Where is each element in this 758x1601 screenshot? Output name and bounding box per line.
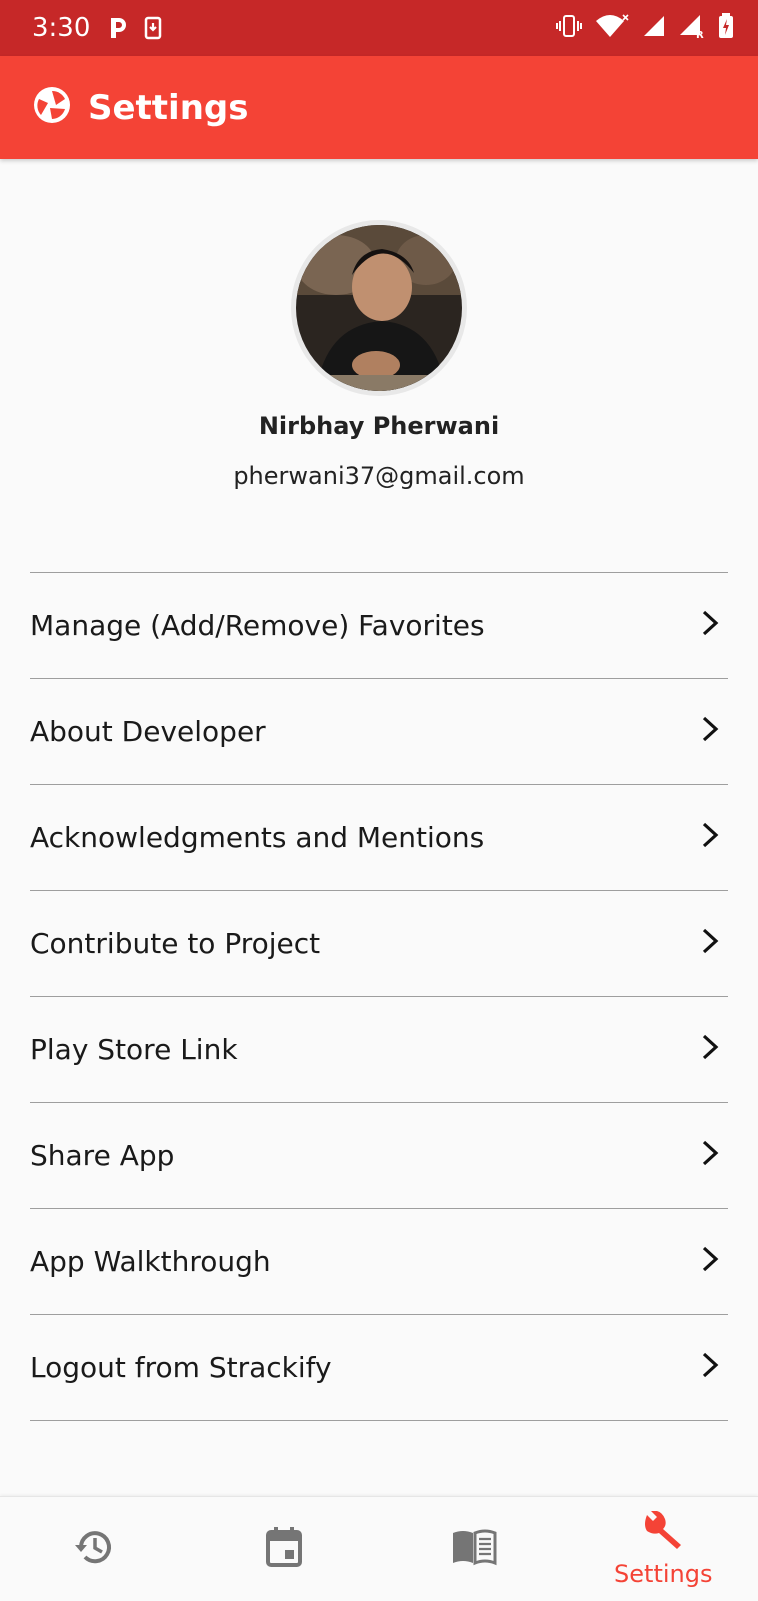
- settings-menu: Manage (Add/Remove) Favorites About Deve…: [30, 572, 728, 1421]
- chevron-right-icon: [698, 1139, 728, 1172]
- page-title: Settings: [88, 88, 249, 128]
- menu-item-label: Share App: [30, 1139, 174, 1172]
- signal-icon: [642, 14, 666, 43]
- nav-settings-label: Settings: [614, 1560, 712, 1588]
- download-icon: [144, 16, 162, 40]
- parking-icon: [108, 16, 130, 40]
- menu-item-label: Acknowledgments and Mentions: [30, 821, 484, 854]
- book-icon: [451, 1527, 497, 1572]
- menu-item-play-store-link[interactable]: Play Store Link: [30, 997, 728, 1103]
- chevron-right-icon: [698, 715, 728, 748]
- profile-name: Nirbhay Pherwani: [0, 412, 758, 440]
- wrench-icon: [641, 1511, 685, 1556]
- profile-email: pherwani37@gmail.com: [0, 462, 758, 490]
- status-time: 3:30: [32, 13, 90, 43]
- chevron-right-icon: [698, 609, 728, 642]
- history-icon: [73, 1525, 117, 1574]
- battery-charging-icon: [718, 13, 734, 44]
- menu-item-label: Manage (Add/Remove) Favorites: [30, 609, 485, 642]
- status-icons: R: [556, 13, 734, 44]
- avatar: [291, 220, 467, 396]
- menu-item-share-app[interactable]: Share App: [30, 1103, 728, 1209]
- chevron-right-icon: [698, 1033, 728, 1066]
- svg-text:R: R: [696, 30, 704, 39]
- wifi-icon: [594, 13, 630, 44]
- avatar-image: [296, 225, 462, 391]
- chevron-right-icon: [698, 927, 728, 960]
- menu-item-label: Contribute to Project: [30, 927, 320, 960]
- vibrate-icon: [556, 14, 582, 43]
- menu-item-contribute[interactable]: Contribute to Project: [30, 891, 728, 997]
- menu-item-label: Play Store Link: [30, 1033, 238, 1066]
- profile-section: Nirbhay Pherwani pherwani37@gmail.com: [0, 220, 758, 490]
- menu-item-label: About Developer: [30, 715, 266, 748]
- signal-roaming-icon: R: [678, 13, 706, 44]
- nav-settings[interactable]: Settings: [569, 1497, 758, 1601]
- menu-item-app-walkthrough[interactable]: App Walkthrough: [30, 1209, 728, 1315]
- menu-item-acknowledgments[interactable]: Acknowledgments and Mentions: [30, 785, 728, 891]
- bottom-navigation: Settings: [0, 1496, 758, 1601]
- calendar-icon: [264, 1525, 304, 1574]
- app-bar: Settings: [0, 56, 758, 159]
- nav-book[interactable]: [379, 1497, 569, 1601]
- menu-item-label: App Walkthrough: [30, 1245, 271, 1278]
- chevron-right-icon: [698, 821, 728, 854]
- menu-item-about-developer[interactable]: About Developer: [30, 679, 728, 785]
- nav-history[interactable]: [0, 1497, 190, 1601]
- chevron-right-icon: [698, 1245, 728, 1278]
- nav-calendar[interactable]: [190, 1497, 380, 1601]
- menu-item-manage-favorites[interactable]: Manage (Add/Remove) Favorites: [30, 573, 728, 679]
- menu-item-label: Logout from Strackify: [30, 1351, 332, 1384]
- menu-item-logout[interactable]: Logout from Strackify: [30, 1315, 728, 1421]
- status-bar: 3:30: [0, 0, 758, 56]
- app-logo-icon: [32, 85, 88, 130]
- chevron-right-icon: [698, 1351, 728, 1384]
